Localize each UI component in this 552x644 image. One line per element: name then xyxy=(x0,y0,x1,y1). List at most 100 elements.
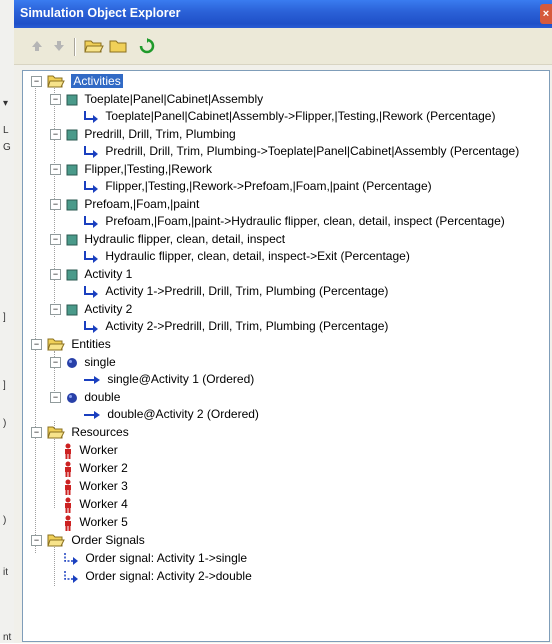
tree-node-label: Activities xyxy=(71,74,123,88)
tree-node-route[interactable]: Prefoam,|Foam,|paint->Hydraulic flipper,… xyxy=(83,213,505,230)
tree-node-route[interactable]: Activity 1->Predrill, Drill, Trim, Plumb… xyxy=(83,283,388,300)
tree-node-label: double@Activity 2 (Ordered) xyxy=(107,407,259,421)
collapse-toggle[interactable]: − xyxy=(50,94,61,105)
tree-node-label: Predrill, Drill, Trim, Plumbing->Toeplat… xyxy=(105,144,520,158)
order-signal-icon xyxy=(64,570,78,583)
tree-node-label: single@Activity 1 (Ordered) xyxy=(107,372,255,386)
open-folder-icon xyxy=(47,426,65,439)
collapse-toggle[interactable]: − xyxy=(50,234,61,245)
activity-icon xyxy=(66,234,78,246)
tree-connector xyxy=(35,88,36,553)
tree-node-order-signal[interactable]: Order signal: Activity 1->single xyxy=(63,550,247,567)
route-arrow-icon xyxy=(84,145,98,158)
move-down-button[interactable] xyxy=(50,37,68,55)
worker-icon xyxy=(65,497,71,513)
simulation-object-explorer-window: Simulation Object Explorer × − Activitie… xyxy=(14,0,552,643)
tree-node-resource[interactable]: Worker 2 xyxy=(63,460,128,477)
tree-node-label: Flipper,|Testing,|Rework xyxy=(84,162,212,176)
route-arrow-icon xyxy=(84,180,98,193)
worker-icon xyxy=(65,443,71,459)
worker-icon xyxy=(65,479,71,495)
tree-node-entity-route[interactable]: double@Activity 2 (Ordered) xyxy=(83,406,259,423)
tree-node-label: Activity 1->Predrill, Drill, Trim, Plumb… xyxy=(105,284,389,298)
right-arrow-icon xyxy=(84,410,100,419)
tree-node-label: Worker 5 xyxy=(79,515,128,529)
route-arrow-icon xyxy=(84,285,98,298)
route-arrow-icon xyxy=(84,215,98,228)
toolbar-separator xyxy=(74,38,76,56)
toolbar xyxy=(14,28,552,65)
open-folder-button[interactable] xyxy=(84,37,104,55)
collapse-toggle[interactable]: − xyxy=(31,76,42,87)
arrow-down-icon xyxy=(54,41,64,51)
window-title: Simulation Object Explorer xyxy=(20,6,181,20)
worker-icon xyxy=(65,515,71,531)
move-up-button[interactable] xyxy=(28,37,46,55)
collapse-toggle[interactable]: − xyxy=(50,304,61,315)
tree-node-label: Worker 4 xyxy=(79,497,128,511)
activity-icon xyxy=(66,129,78,141)
tree-node-label: Flipper,|Testing,|Rework->Prefoam,|Foam,… xyxy=(105,179,432,193)
open-folder-icon xyxy=(47,338,65,351)
collapse-toggle[interactable]: − xyxy=(31,427,42,438)
collapse-toggle[interactable]: − xyxy=(31,535,42,546)
open-folder-icon xyxy=(47,534,65,547)
tree-node-label: Worker xyxy=(79,443,118,457)
collapse-toggle[interactable]: − xyxy=(50,392,61,403)
title-bar[interactable]: Simulation Object Explorer × xyxy=(14,0,552,28)
tree-node-resource[interactable]: Worker 4 xyxy=(63,496,128,513)
tree-node-label: single xyxy=(84,355,116,369)
tree-node-label: Prefoam,|Foam,|paint xyxy=(84,197,200,211)
collapse-toggle[interactable]: − xyxy=(50,164,61,175)
tree-node-order-signal[interactable]: Order signal: Activity 2->double xyxy=(63,568,252,585)
tree-node-route[interactable]: Predrill, Drill, Trim, Plumbing->Toeplat… xyxy=(83,143,519,160)
tree-node-label: Worker 3 xyxy=(79,479,128,493)
right-arrow-icon xyxy=(84,375,100,384)
object-tree[interactable]: − Activities − Toeplate|Panel|Cabinet|As… xyxy=(22,70,550,642)
tree-node-resource[interactable]: Worker 3 xyxy=(63,478,128,495)
route-arrow-icon xyxy=(84,250,98,263)
collapse-toggle[interactable]: − xyxy=(50,199,61,210)
tree-node-label: double xyxy=(84,390,121,404)
background-window-strip: ▾ L G ] ] ) ) it nt xyxy=(0,0,15,643)
entity-dot-icon xyxy=(67,392,77,403)
open-folder-icon xyxy=(47,75,65,88)
tree-node-route[interactable]: Flipper,|Testing,|Rework->Prefoam,|Foam,… xyxy=(83,178,432,195)
activity-icon xyxy=(66,269,78,281)
activity-icon xyxy=(66,164,78,176)
new-folder-button[interactable] xyxy=(109,37,127,55)
refresh-button[interactable] xyxy=(138,37,156,55)
activity-icon xyxy=(66,199,78,211)
activity-icon xyxy=(66,94,78,106)
collapse-toggle[interactable]: − xyxy=(50,269,61,280)
activity-icon xyxy=(66,304,78,316)
tree-node-route[interactable]: Toeplate|Panel|Cabinet|Assembly->Flipper… xyxy=(83,108,495,125)
tree-node-resource[interactable]: Worker xyxy=(63,442,118,459)
route-arrow-icon xyxy=(84,110,98,123)
tree-node-route[interactable]: Activity 2->Predrill, Drill, Trim, Plumb… xyxy=(83,318,388,335)
tree-node-label: Entities xyxy=(71,337,111,351)
collapse-toggle[interactable]: − xyxy=(50,129,61,140)
tree-node-label: Worker 2 xyxy=(79,461,128,475)
tree-node-label: Order signal: Activity 1->single xyxy=(85,551,248,565)
tree-node-label: Resources xyxy=(71,425,129,439)
tree-node-label: Order Signals xyxy=(71,533,145,547)
tree-node-route[interactable]: Hydraulic flipper, clean, detail, inspec… xyxy=(83,248,410,265)
collapse-toggle[interactable]: − xyxy=(50,357,61,368)
tree-node-label: Predrill, Drill, Trim, Plumbing xyxy=(84,127,236,141)
tree-node-label: Activity 1 xyxy=(84,267,133,281)
entity-dot-icon xyxy=(67,357,77,368)
tree-node-label: Hydraulic flipper, clean, detail, inspec… xyxy=(105,249,410,263)
open-folder-icon xyxy=(84,40,104,53)
tree-node-label: Toeplate|Panel|Cabinet|Assembly xyxy=(84,92,264,106)
arrow-up-icon xyxy=(32,41,42,51)
tree-node-entity-route[interactable]: single@Activity 1 (Ordered) xyxy=(83,371,254,388)
folder-icon xyxy=(109,40,127,53)
route-arrow-icon xyxy=(84,320,98,333)
refresh-icon xyxy=(139,38,155,54)
close-button[interactable]: × xyxy=(540,4,552,24)
tree-node-label: Activity 2->Predrill, Drill, Trim, Plumb… xyxy=(105,319,389,333)
collapse-toggle[interactable]: − xyxy=(31,339,42,350)
tree-node-label: Prefoam,|Foam,|paint->Hydraulic flipper,… xyxy=(105,214,505,228)
tree-node-resource[interactable]: Worker 5 xyxy=(63,514,128,531)
